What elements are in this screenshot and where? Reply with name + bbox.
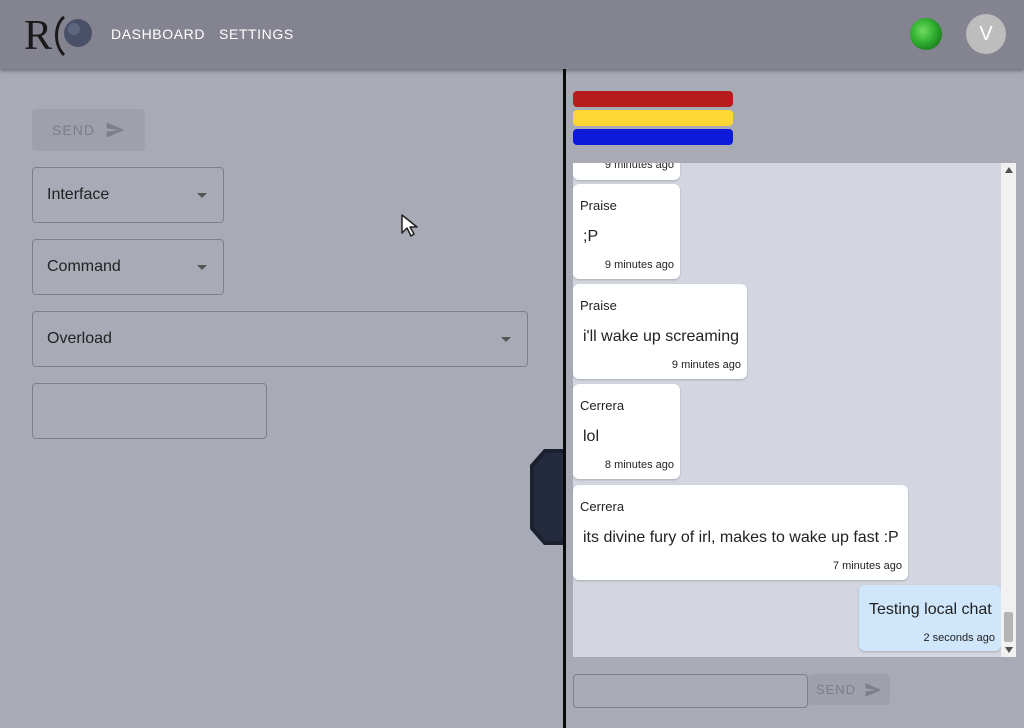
panel-divider: [563, 69, 566, 728]
send-command-label: SEND: [52, 122, 95, 138]
chat-message-time: 7 minutes ago: [832, 560, 902, 572]
user-avatar[interactable]: V: [966, 14, 1006, 54]
nav-dashboard[interactable]: DASHBOARD: [111, 26, 205, 42]
chat-message-text: ;P: [583, 228, 599, 245]
overload-dropdown-arrow-icon: [501, 337, 511, 342]
chat-scrollbar[interactable]: [1001, 163, 1016, 657]
nav-settings[interactable]: SETTINGS: [219, 26, 294, 42]
chat-message-author: Cerrera: [580, 398, 625, 413]
own-chat-message: Testing local chat 2 seconds ago: [859, 585, 1001, 651]
svg-text:R: R: [24, 13, 52, 59]
flag-stripe-blue: [573, 129, 733, 145]
chat-message-time: 8 minutes ago: [604, 459, 674, 471]
chat-message-text: its divine fury of irl, makes to wake up…: [583, 529, 899, 546]
chat-message-time: 9 minutes ago: [671, 359, 741, 371]
command-select-value: Command: [47, 258, 121, 275]
chat-send-button[interactable]: SEND: [808, 674, 890, 705]
send-icon: [106, 122, 125, 138]
chat-message: Praise ;P 9 minutes ago: [573, 184, 680, 279]
app-logo[interactable]: R: [24, 11, 94, 59]
chat-message-author: Praise: [580, 198, 617, 213]
chat-message-author: Praise: [580, 298, 617, 313]
chat-message: Cerrera lol 8 minutes ago: [573, 384, 680, 479]
interface-select-value: Interface: [47, 186, 110, 203]
top-app-bar: R DASHBOARD SETTINGS V: [0, 0, 1024, 69]
chat-message-list[interactable]: 9 minutes ago Praise ;P 9 minutes ago Pr…: [573, 163, 1016, 657]
send-command-button[interactable]: SEND: [32, 109, 145, 151]
send-icon: [865, 682, 882, 697]
chat-message-text: lol: [583, 428, 600, 445]
scrollbar-thumb[interactable]: [1004, 612, 1013, 642]
flag-stripe-red: [573, 91, 733, 107]
chat-input[interactable]: [573, 674, 808, 708]
chat-message-text: i'll wake up screaming: [583, 328, 740, 345]
scroll-up-arrow-icon[interactable]: [1005, 167, 1013, 173]
chat-message: Cerrera its divine fury of irl, makes to…: [573, 485, 908, 580]
chat-message-text: Testing local chat: [869, 601, 992, 618]
overload-select-value: Overload: [47, 330, 112, 347]
overload-select[interactable]: Overload: [32, 311, 528, 367]
chat-message-time: 9 minutes ago: [604, 259, 674, 271]
status-orb-icon[interactable]: [910, 18, 942, 50]
command-select[interactable]: Command: [32, 239, 224, 295]
scroll-down-arrow-icon[interactable]: [1005, 647, 1013, 653]
panel-resize-handle[interactable]: [530, 449, 564, 545]
chat-send-label: SEND: [815, 682, 857, 697]
argument-input[interactable]: [32, 383, 267, 439]
chat-message-time: 9 minutes ago: [604, 163, 674, 171]
mouse-cursor-icon: [401, 214, 418, 237]
interface-select[interactable]: Interface: [32, 167, 224, 223]
chat-message-author: Cerrera: [580, 499, 625, 514]
interface-dropdown-arrow-icon: [197, 193, 207, 198]
flag-stripe-yellow: [573, 110, 733, 126]
chat-message: 9 minutes ago: [573, 163, 680, 180]
chat-message: Praise i'll wake up screaming 9 minutes …: [573, 284, 747, 379]
command-dropdown-arrow-icon: [197, 265, 207, 270]
chat-message-time: 2 seconds ago: [923, 632, 995, 644]
